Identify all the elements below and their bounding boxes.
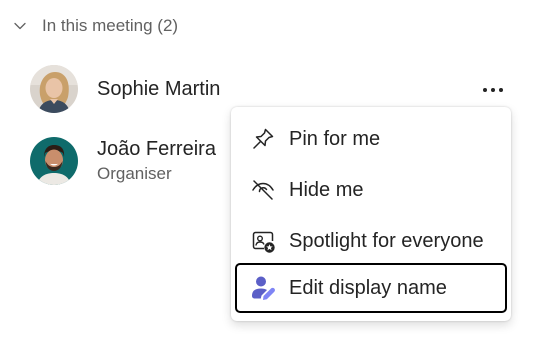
menu-item-label: Pin for me: [289, 127, 381, 150]
menu-item-edit-display-name[interactable]: Edit display name: [235, 263, 507, 313]
spotlight-icon: [249, 227, 277, 255]
participant-info: João Ferreira Organiser: [97, 137, 216, 185]
person-edit-icon: [249, 274, 277, 302]
menu-item-hide-me[interactable]: Hide me: [235, 165, 507, 215]
participant-name: João Ferreira: [97, 138, 216, 160]
avatar: [30, 65, 78, 113]
more-options-button[interactable]: [476, 77, 510, 101]
eye-off-icon: [249, 176, 277, 204]
menu-item-pin-for-me[interactable]: Pin for me: [235, 114, 507, 164]
avatar: [30, 137, 78, 185]
menu-item-label: Edit display name: [289, 276, 447, 299]
participant-info: Sophie Martin: [97, 77, 220, 101]
participant-name: Sophie Martin: [97, 78, 221, 100]
chevron-down-icon: [10, 16, 30, 36]
section-title: In this meeting (2): [42, 16, 179, 35]
participants-panel: In this meeting (2) Sophie Martin João F…: [0, 0, 535, 343]
participant-role: Organiser: [97, 164, 172, 183]
pin-icon: [249, 125, 277, 153]
participant-row[interactable]: João Ferreira Organiser: [30, 137, 216, 185]
participant-row[interactable]: Sophie Martin: [30, 65, 220, 113]
section-header-in-this-meeting[interactable]: In this meeting (2): [10, 12, 178, 40]
menu-item-label: Spotlight for everyone: [289, 229, 484, 252]
more-horizontal-icon: [482, 80, 504, 98]
menu-item-spotlight-for-everyone[interactable]: Spotlight for everyone: [235, 216, 507, 266]
participant-context-menu: Pin for me Hide me Spotlight for everyon…: [231, 107, 511, 321]
menu-item-label: Hide me: [289, 178, 364, 201]
